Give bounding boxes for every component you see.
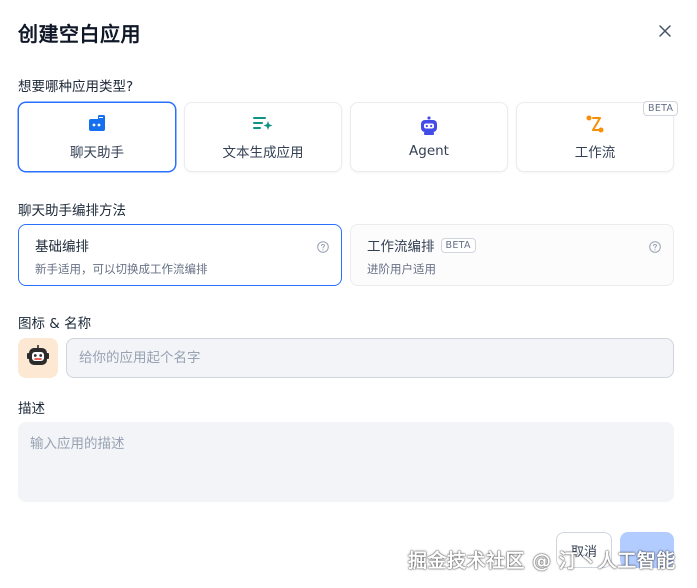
orchestration-label: 聊天助手编排方法 [18, 203, 126, 219]
robot-emoji-icon [26, 344, 50, 372]
watermark-text: 掘金技术社区 @ 汀丶人工智能 [408, 550, 676, 572]
app-type-label: Agent [409, 143, 449, 159]
create-app-dialog: 创建空白应用 想要哪种应用类型? 聊天助手 文本生成应用 Agent 工作流 B… [0, 0, 697, 588]
description-label: 描述 [18, 401, 45, 417]
app-type-label: 工作流 [574, 145, 616, 161]
app-type-label: 想要哪种应用类型? [18, 79, 134, 95]
app-description-input[interactable] [18, 422, 674, 502]
app-type-chatbot-card[interactable]: 聊天助手 [18, 102, 176, 172]
option-description: 新手适用，可以切换成工作流编排 [35, 262, 208, 276]
agent-robot-icon [418, 115, 440, 137]
close-icon[interactable] [656, 22, 674, 40]
app-type-label: 聊天助手 [70, 145, 124, 161]
option-title: 基础编排 [35, 239, 89, 255]
workflow-orchestration-option[interactable]: 工作流编排 BETA 进阶用户适用 [350, 224, 674, 286]
help-icon[interactable] [649, 238, 661, 253]
dialog-title: 创建空白应用 [18, 22, 141, 46]
option-title: 工作流编排 [367, 239, 435, 255]
chat-bot-icon [86, 113, 108, 135]
app-type-label: 文本生成应用 [222, 145, 304, 161]
app-type-text-generation-card[interactable]: 文本生成应用 [184, 102, 342, 172]
option-description: 进阶用户适用 [367, 262, 436, 276]
help-icon[interactable] [317, 238, 329, 253]
basic-orchestration-option[interactable]: 基础编排 新手适用，可以切换成工作流编排 [18, 224, 342, 286]
app-avatar-button[interactable] [18, 338, 58, 378]
app-name-input[interactable] [66, 338, 674, 378]
text-generation-icon [252, 113, 274, 135]
app-type-agent-card[interactable]: Agent [350, 102, 508, 172]
workflow-icon [584, 113, 606, 135]
icon-name-label: 图标 & 名称 [18, 316, 92, 332]
workflow-beta-badge: BETA [643, 101, 679, 116]
workflow-orchestration-beta-badge: BETA [440, 237, 476, 253]
